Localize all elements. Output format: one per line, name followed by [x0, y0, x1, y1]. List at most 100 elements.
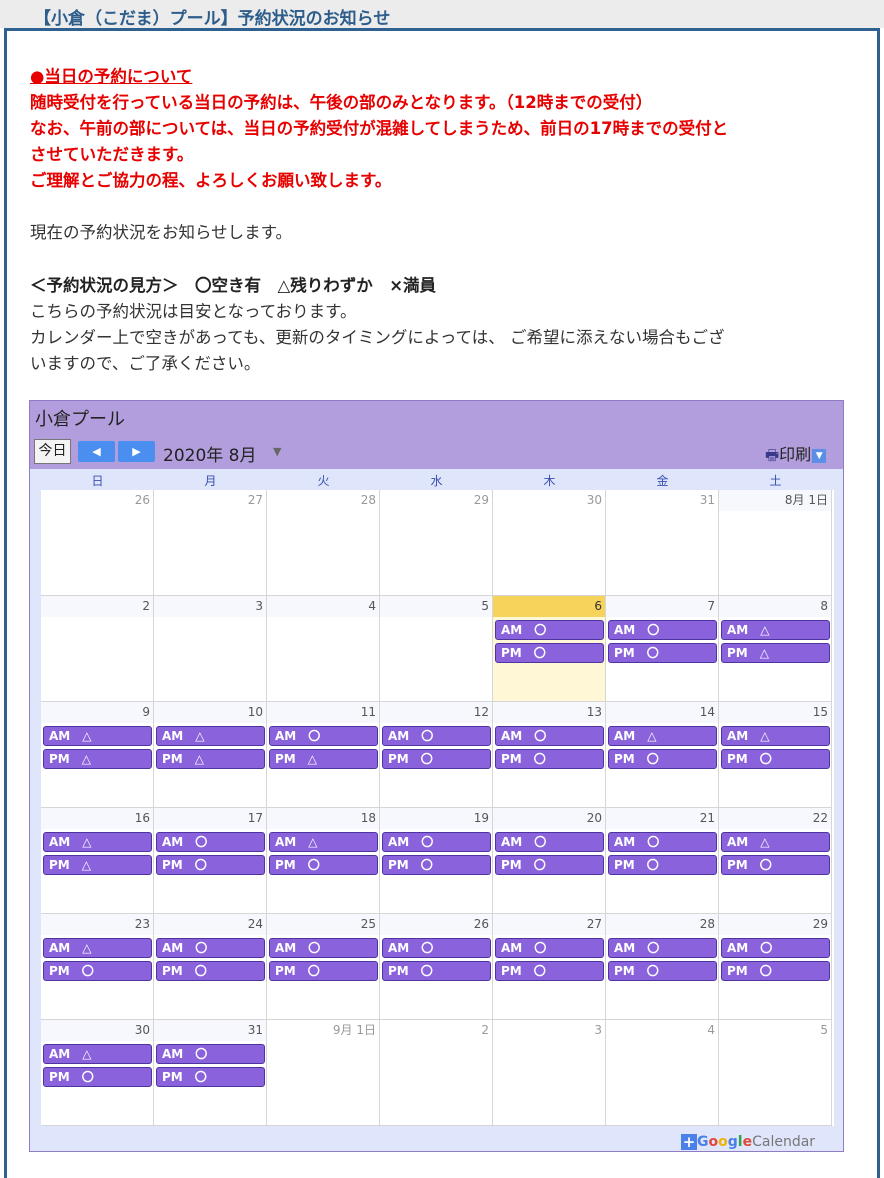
day-cell[interactable]: 19 AM 〇 PM 〇: [380, 808, 493, 914]
event-am[interactable]: AM △: [269, 832, 378, 852]
day-cell[interactable]: 26: [41, 490, 154, 596]
event-am[interactable]: AM 〇: [495, 832, 604, 852]
day-cell[interactable]: 31: [606, 490, 719, 596]
event-pm[interactable]: PM 〇: [608, 643, 717, 663]
event-am[interactable]: AM △: [156, 726, 265, 746]
day-cell[interactable]: 9月 1日: [267, 1020, 380, 1126]
event-pm[interactable]: PM △: [43, 749, 152, 769]
event-am[interactable]: AM 〇: [156, 938, 265, 958]
day-cell[interactable]: 2: [380, 1020, 493, 1126]
day-cell[interactable]: 21 AM 〇 PM 〇: [606, 808, 719, 914]
event-pm[interactable]: PM 〇: [156, 855, 265, 875]
event-pm[interactable]: PM 〇: [608, 855, 717, 875]
event-pm[interactable]: PM △: [269, 749, 378, 769]
event-am[interactable]: AM 〇: [382, 832, 491, 852]
day-cell[interactable]: 5: [719, 1020, 832, 1126]
today-button[interactable]: 今日: [34, 439, 71, 464]
day-cell[interactable]: 3: [154, 596, 267, 702]
event-pm[interactable]: PM 〇: [495, 855, 604, 875]
event-pm[interactable]: PM 〇: [269, 855, 378, 875]
event-am[interactable]: AM △: [43, 938, 152, 958]
day-cell[interactable]: 9 AM △ PM △: [41, 702, 154, 808]
day-cell[interactable]: 12 AM 〇 PM 〇: [380, 702, 493, 808]
event-pm[interactable]: PM 〇: [382, 749, 491, 769]
month-label[interactable]: 2020年 8月: [163, 441, 256, 466]
event-pm[interactable]: PM 〇: [156, 961, 265, 981]
chevron-down-icon[interactable]: ▼: [812, 448, 827, 463]
event-am[interactable]: AM △: [608, 726, 717, 746]
day-cell[interactable]: 7 AM 〇 PM 〇: [606, 596, 719, 702]
day-cell[interactable]: 27: [154, 490, 267, 596]
day-cell[interactable]: 24 AM 〇 PM 〇: [154, 914, 267, 1020]
day-cell[interactable]: 13 AM 〇 PM 〇: [493, 702, 606, 808]
event-pm[interactable]: PM △: [156, 749, 265, 769]
day-cell[interactable]: 5: [380, 596, 493, 702]
day-cell[interactable]: 28: [267, 490, 380, 596]
event-pm[interactable]: PM △: [721, 643, 830, 663]
event-am[interactable]: AM 〇: [156, 832, 265, 852]
event-am[interactable]: AM 〇: [382, 938, 491, 958]
day-cell[interactable]: 30: [493, 490, 606, 596]
day-cell[interactable]: 4: [267, 596, 380, 702]
event-am[interactable]: AM 〇: [156, 1044, 265, 1064]
event-am[interactable]: AM △: [721, 726, 830, 746]
day-cell[interactable]: 30 AM △ PM 〇: [41, 1020, 154, 1126]
event-pm[interactable]: PM 〇: [269, 961, 378, 981]
day-cell-today[interactable]: 6 AM 〇 PM 〇: [493, 596, 606, 702]
day-cell[interactable]: 11 AM 〇 PM △: [267, 702, 380, 808]
day-cell[interactable]: 8 AM △ PM △: [719, 596, 832, 702]
event-pm[interactable]: PM 〇: [721, 855, 830, 875]
day-cell[interactable]: 27 AM 〇 PM 〇: [493, 914, 606, 1020]
event-pm[interactable]: PM 〇: [156, 1067, 265, 1087]
event-pm[interactable]: PM 〇: [43, 1067, 152, 1087]
day-cell[interactable]: 15 AM △ PM 〇: [719, 702, 832, 808]
day-cell[interactable]: 25 AM 〇 PM 〇: [267, 914, 380, 1020]
day-cell[interactable]: 22 AM △ PM 〇: [719, 808, 832, 914]
event-pm[interactable]: PM 〇: [608, 961, 717, 981]
event-am[interactable]: AM △: [721, 832, 830, 852]
month-dropdown-icon[interactable]: ▼: [273, 445, 281, 458]
event-am[interactable]: AM 〇: [608, 832, 717, 852]
day-cell[interactable]: 26 AM 〇 PM 〇: [380, 914, 493, 1020]
day-cell[interactable]: 4: [606, 1020, 719, 1126]
event-am[interactable]: AM △: [43, 726, 152, 746]
day-cell[interactable]: 31 AM 〇 PM 〇: [154, 1020, 267, 1126]
day-cell[interactable]: 16 AM △ PM △: [41, 808, 154, 914]
event-pm[interactable]: PM 〇: [495, 749, 604, 769]
day-cell[interactable]: 29: [380, 490, 493, 596]
day-cell[interactable]: 10 AM △ PM △: [154, 702, 267, 808]
day-cell[interactable]: 2: [41, 596, 154, 702]
event-pm[interactable]: PM 〇: [495, 961, 604, 981]
event-am[interactable]: AM 〇: [269, 726, 378, 746]
event-am[interactable]: AM 〇: [382, 726, 491, 746]
day-cell[interactable]: 28 AM 〇 PM 〇: [606, 914, 719, 1020]
event-am[interactable]: AM 〇: [721, 938, 830, 958]
event-pm[interactable]: PM 〇: [721, 749, 830, 769]
event-pm[interactable]: PM 〇: [382, 961, 491, 981]
event-pm[interactable]: PM △: [43, 855, 152, 875]
event-am[interactable]: AM △: [721, 620, 830, 640]
day-cell[interactable]: 14 AM △ PM 〇: [606, 702, 719, 808]
google-calendar-link[interactable]: + GoogleCalendar: [681, 1134, 815, 1150]
day-cell[interactable]: 3: [493, 1020, 606, 1126]
print-button[interactable]: 🖶印刷 ▼: [765, 441, 827, 470]
prev-month-button[interactable]: ◀: [78, 441, 115, 462]
event-pm[interactable]: PM 〇: [721, 961, 830, 981]
event-am[interactable]: AM 〇: [495, 620, 604, 640]
day-cell[interactable]: 8月 1日: [719, 490, 832, 596]
event-pm[interactable]: PM 〇: [608, 749, 717, 769]
event-am[interactable]: AM 〇: [269, 938, 378, 958]
event-am[interactable]: AM 〇: [608, 938, 717, 958]
event-am[interactable]: AM △: [43, 832, 152, 852]
next-month-button[interactable]: ▶: [118, 441, 155, 462]
event-am[interactable]: AM △: [43, 1044, 152, 1064]
day-cell[interactable]: 20 AM 〇 PM 〇: [493, 808, 606, 914]
day-cell[interactable]: 18 AM △ PM 〇: [267, 808, 380, 914]
day-cell[interactable]: 29 AM 〇 PM 〇: [719, 914, 832, 1020]
event-pm[interactable]: PM 〇: [495, 643, 604, 663]
event-pm[interactable]: PM 〇: [382, 855, 491, 875]
event-am[interactable]: AM 〇: [608, 620, 717, 640]
event-am[interactable]: AM 〇: [495, 938, 604, 958]
event-pm[interactable]: PM 〇: [43, 961, 152, 981]
day-cell[interactable]: 23 AM △ PM 〇: [41, 914, 154, 1020]
